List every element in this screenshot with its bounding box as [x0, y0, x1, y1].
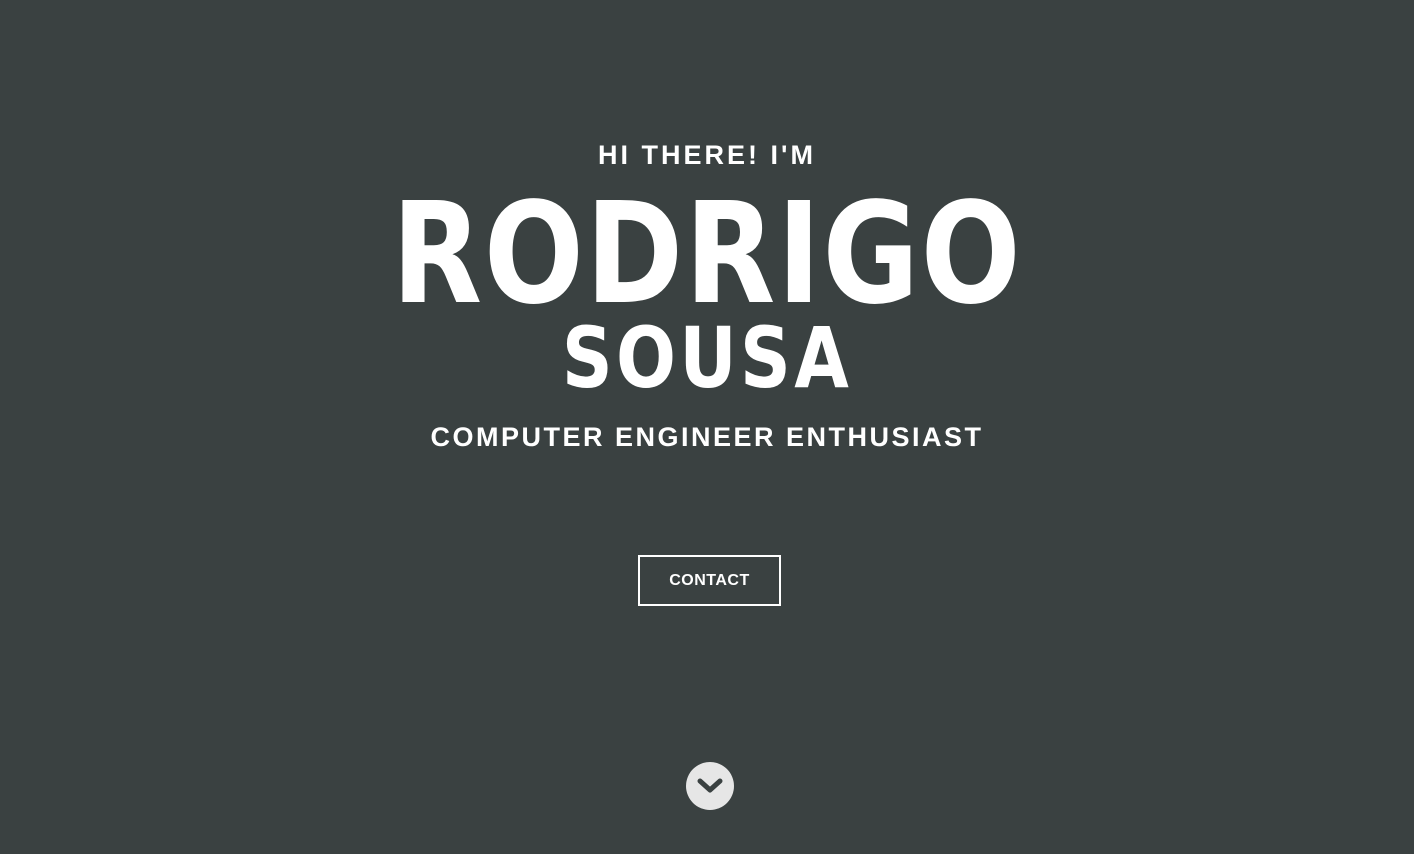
scroll-down-button[interactable]	[686, 762, 734, 810]
chevron-down-icon	[697, 777, 723, 795]
hero-section: HI THERE! I'M RODRIGO SOUSA COMPUTER ENG…	[0, 0, 1414, 854]
first-name-heading: RODRIGO	[391, 173, 1023, 336]
contact-button[interactable]: CONTACT	[638, 555, 781, 606]
greeting-text: HI THERE! I'M	[598, 140, 816, 170]
last-name-heading: SOUSA	[561, 309, 853, 407]
tagline: COMPUTER ENGINEER ENTHUSIAST	[430, 422, 984, 452]
